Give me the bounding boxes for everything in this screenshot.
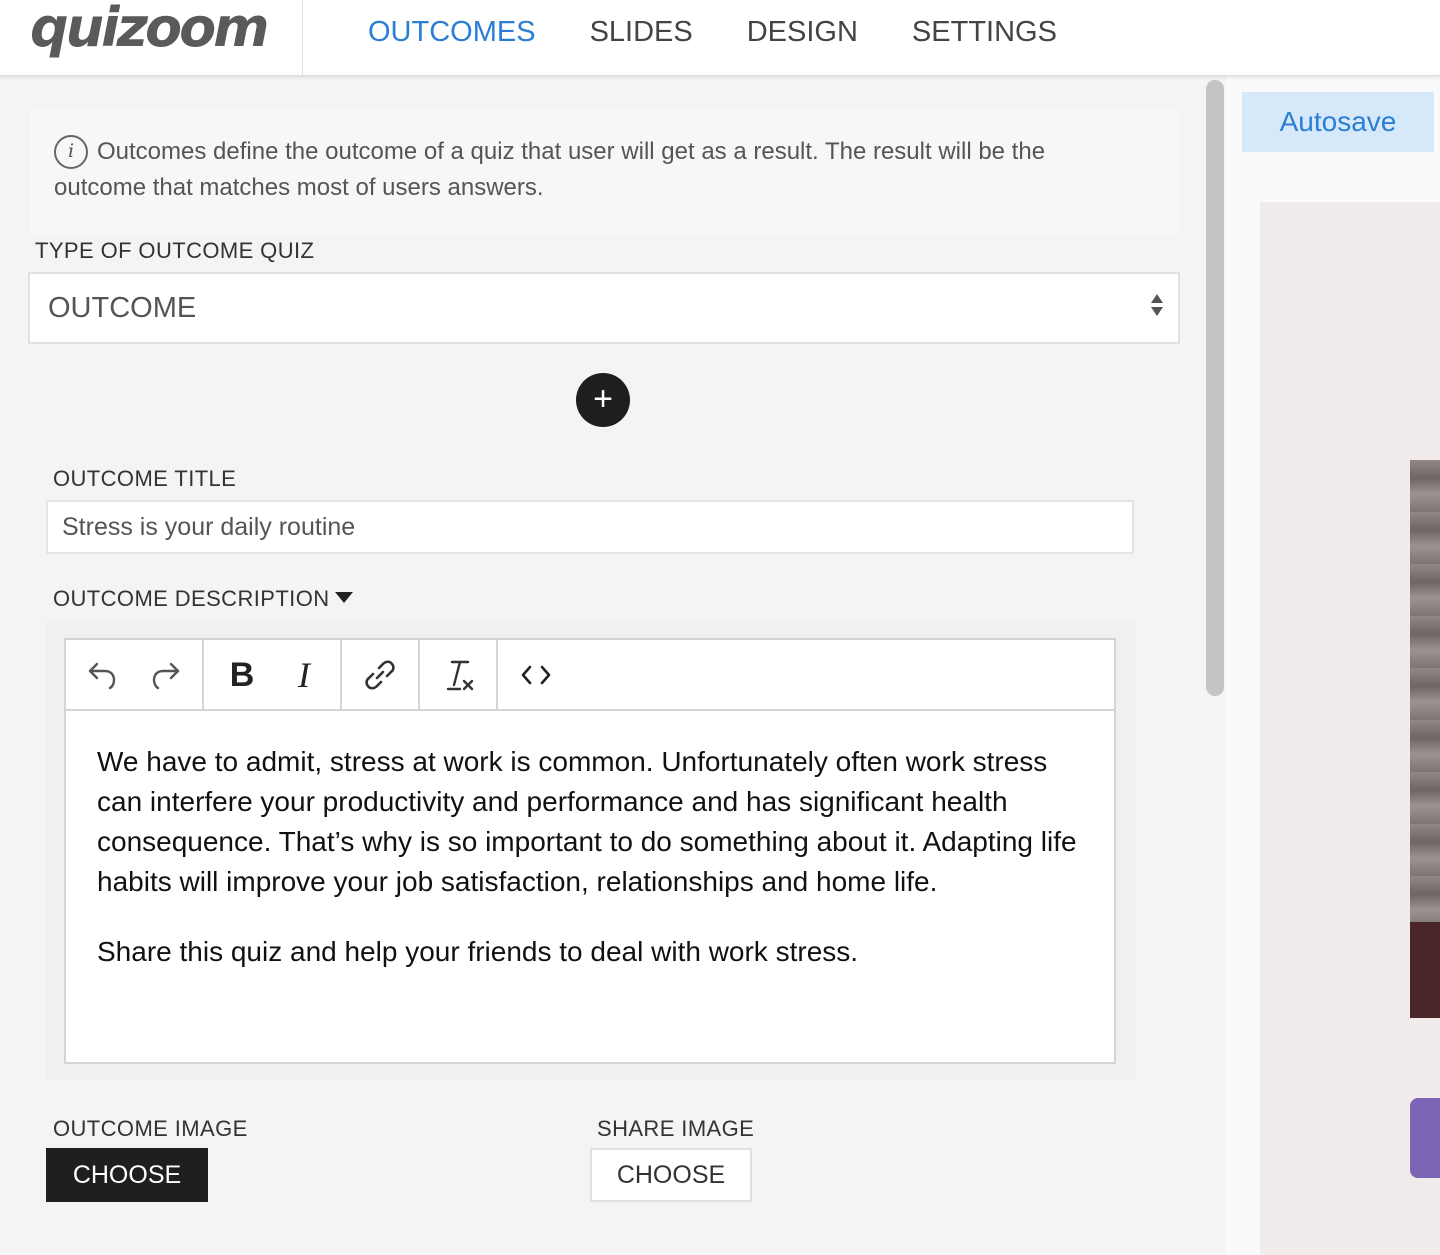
tab-slides[interactable]: SLIDES [590,14,693,50]
clear-format-group [420,640,498,709]
share-image-label: SHARE IMAGE [597,1116,755,1141]
outcome-description-label: OUTCOME DESCRIPTION [53,586,330,611]
chevron-down-icon[interactable] [335,592,353,603]
code-view-icon[interactable] [514,654,558,696]
editor-content[interactable]: We have to admit, stress at work is comm… [97,742,1087,1002]
logo-container: quizoom [0,0,303,76]
link-icon[interactable] [358,654,402,696]
italic-button[interactable]: I [282,654,326,696]
tab-design[interactable]: DESIGN [747,14,858,50]
link-group [342,640,420,709]
add-outcome-button[interactable]: + [576,373,630,427]
autosave-button[interactable]: Autosave [1242,92,1434,152]
tab-outcomes[interactable]: OUTCOMES [368,14,536,50]
description-paragraph: Share this quiz and help your friends to… [97,936,859,967]
undo-icon[interactable] [80,654,124,696]
redo-icon[interactable] [144,654,188,696]
quiz-type-value: OUTCOME [48,292,197,324]
preview-image-bottom [1410,922,1440,1018]
clear-format-icon[interactable] [436,654,480,696]
outcome-image-label: OUTCOME IMAGE [53,1116,248,1141]
outcome-title-label: OUTCOME TITLE [53,466,237,491]
tab-settings[interactable]: SETTINGS [912,14,1057,50]
info-text: Outcomes define the outcome of a quiz th… [54,138,1046,201]
scrollbar[interactable] [1206,80,1224,696]
bold-button[interactable]: B [220,654,264,696]
info-box: i Outcomes define the outcome of a quiz … [30,108,1180,234]
logo[interactable]: quizoom [30,0,270,59]
outcome-title-input[interactable]: Stress is your daily routine [46,500,1134,554]
main-nav: OUTCOMES SLIDES DESIGN SETTINGS [368,14,1111,50]
choose-share-image-button[interactable]: CHOOSE [590,1148,752,1202]
rich-text-editor: B I We have to admit, stress at work is … [64,638,1116,1064]
select-arrows-icon [1150,294,1164,320]
top-header: quizoom OUTCOMES SLIDES DESIGN SETTINGS [0,0,1440,76]
history-group [66,640,204,709]
choose-outcome-image-button[interactable]: CHOOSE [46,1148,208,1202]
quiz-type-label: TYPE OF OUTCOME QUIZ [35,238,315,263]
description-paragraph: We have to admit, stress at work is comm… [97,746,1077,897]
format-group: B I [204,640,342,709]
preview-button[interactable] [1410,1098,1440,1178]
editor-toolbar: B I [66,640,1114,711]
quiz-type-select[interactable]: OUTCOME [28,272,1180,344]
quiz-preview [1260,202,1440,1255]
